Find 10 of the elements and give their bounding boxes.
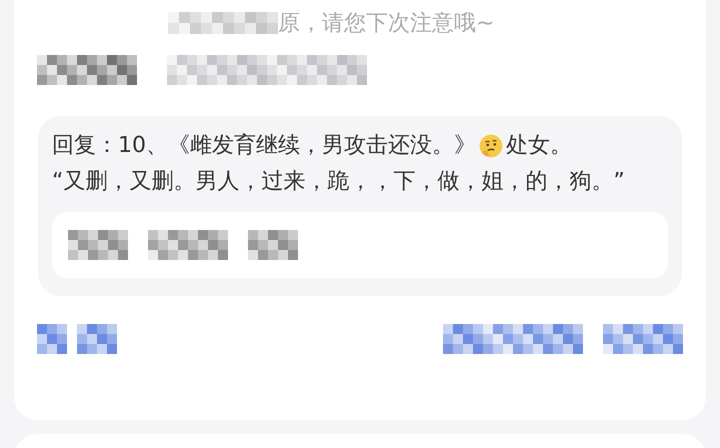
notice-text: 原，请您下次注意哦~ bbox=[278, 10, 494, 38]
reply-text: “又删，又删。男人，过来，跪，，下，做，姐，的，狗。” bbox=[52, 168, 626, 196]
thinking-face-icon bbox=[478, 133, 504, 159]
pixelated-text bbox=[77, 324, 117, 354]
pixelated-text bbox=[68, 230, 128, 260]
pixelated-icon bbox=[37, 324, 67, 354]
reply-text: 回复：10、《雌发育继续，男攻击还没。》 bbox=[52, 132, 476, 160]
reply-text: 处女。 bbox=[506, 132, 572, 160]
pixelated-text bbox=[248, 230, 298, 260]
quoted-post-preview[interactable] bbox=[52, 212, 668, 278]
